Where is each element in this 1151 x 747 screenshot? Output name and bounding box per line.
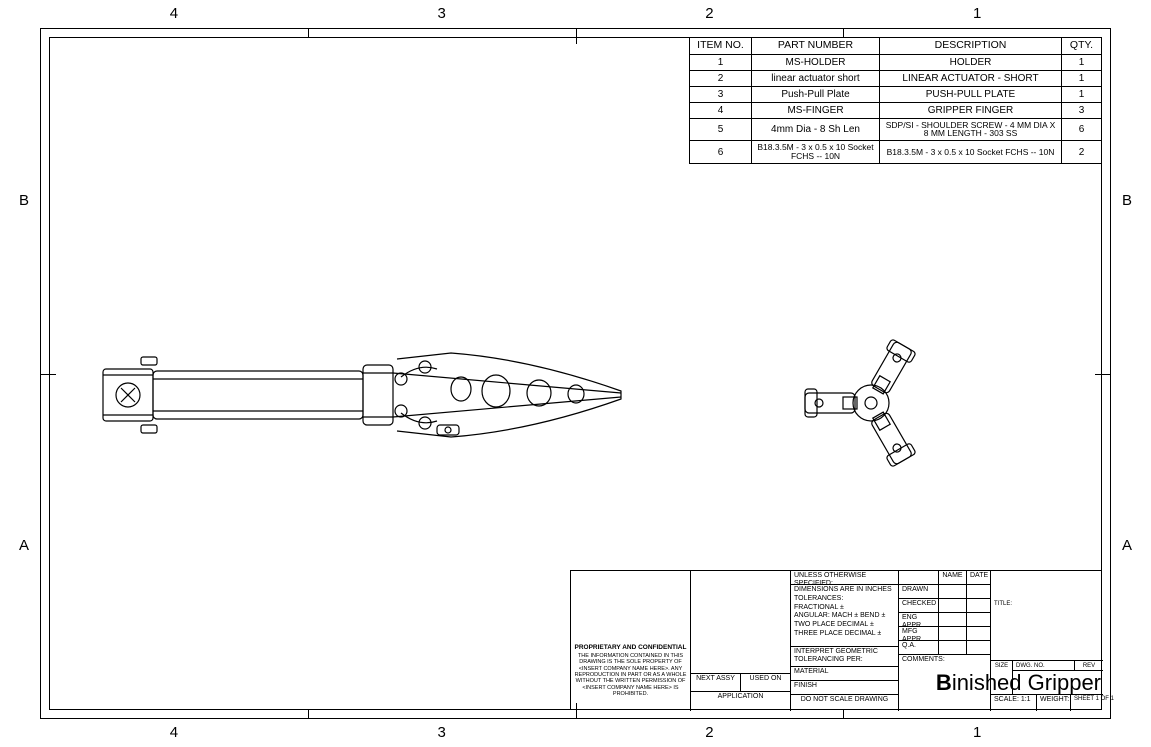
- title-lbl: TITLE:: [994, 601, 1012, 607]
- bom-cell-qty: 1: [1062, 86, 1102, 102]
- bom-row: 6B18.3.5M - 3 x 0.5 x 10 Socket FCHS -- …: [690, 141, 1102, 164]
- gripper-side-view: [101, 329, 641, 459]
- scale-lbl: SCALE: 1:1: [991, 695, 1037, 711]
- sheet-lbl: SHEET 1 OF 1: [1071, 695, 1103, 711]
- bom-cell-qty: 1: [1062, 70, 1102, 86]
- zone-col-bot: 1: [967, 725, 987, 742]
- bom-cell-pn: B18.3.5M - 3 x 0.5 x 10 Socket FCHS -- 1…: [752, 141, 880, 164]
- zone-col-top: 4: [164, 6, 184, 23]
- bom-cell-no: 5: [690, 118, 752, 141]
- bom-cell-pn: linear actuator short: [752, 70, 880, 86]
- bom-cell-desc: HOLDER: [880, 54, 1062, 70]
- interp1: INTERPRET GEOMETRIC: [794, 648, 878, 655]
- bom-cell-qty: 2: [1062, 141, 1102, 164]
- date-lbl: DATE: [967, 571, 991, 585]
- bom-header-row: ITEM NO. PART NUMBER DESCRIPTION QTY.: [690, 38, 1102, 55]
- bom-h-qty: QTY.: [1062, 38, 1102, 55]
- zone-col-bot: 2: [699, 725, 719, 742]
- bom-cell-pn: MS-FINGER: [752, 102, 880, 118]
- zone-col-top: 3: [432, 6, 452, 23]
- next-assy: NEXT ASSY: [691, 674, 741, 692]
- proprietary-hdr: PROPRIETARY AND CONFIDENTIAL: [574, 644, 687, 651]
- zone-row-left: A: [14, 538, 34, 555]
- dims3: FRACTIONAL ±: [794, 604, 844, 611]
- zone-row-right: B: [1117, 193, 1137, 210]
- dims2: TOLERANCES:: [794, 595, 843, 602]
- bom-table: ITEM NO. PART NUMBER DESCRIPTION QTY. 1M…: [689, 37, 1102, 164]
- dims4: ANGULAR: MACH ± BEND ±: [794, 612, 885, 619]
- bom-cell-pn: 4mm Dia - 8 Sh Len: [752, 118, 880, 141]
- zone-col-bot: 3: [432, 725, 452, 742]
- weight-lbl: WEIGHT:: [1037, 695, 1071, 711]
- zone-row-right: A: [1117, 538, 1137, 555]
- bom-cell-desc: SDP/SI - SHOULDER SCREW - 4 MM DIA X 8 M…: [880, 118, 1062, 141]
- bom-row: 3Push-Pull PlatePUSH-PULL PLATE1: [690, 86, 1102, 102]
- bom-row: 2linear actuator shortLINEAR ACTUATOR - …: [690, 70, 1102, 86]
- bom-cell-desc: LINEAR ACTUATOR - SHORT: [880, 70, 1062, 86]
- finish-lbl: FINISH: [791, 681, 899, 695]
- engappr-lbl: ENG APPR.: [899, 613, 939, 627]
- bom-cell-no: 2: [690, 70, 752, 86]
- mfgappr-lbl: MFG APPR.: [899, 627, 939, 641]
- bom-cell-qty: 6: [1062, 118, 1102, 141]
- bom-row: 1MS-HOLDERHOLDER1: [690, 54, 1102, 70]
- material-lbl: MATERIAL: [791, 667, 899, 681]
- bom-cell-no: 1: [690, 54, 752, 70]
- zone-row-left: B: [14, 193, 34, 210]
- bom-cell-pn: Push-Pull Plate: [752, 86, 880, 102]
- name-lbl: NAME: [939, 571, 967, 585]
- bom-h-itemno: ITEM NO.: [690, 38, 752, 55]
- bom-cell-no: 6: [690, 141, 752, 164]
- size-val: B: [936, 670, 952, 695]
- used-on: USED ON: [741, 674, 791, 692]
- bom-h-desc: DESCRIPTION: [880, 38, 1062, 55]
- bom-h-pn: PART NUMBER: [752, 38, 880, 55]
- size-lbl: SIZE: [995, 663, 1008, 669]
- bom-row: 4MS-FINGERGRIPPER FINGER3: [690, 102, 1102, 118]
- dwg-title: inished Gripper: [952, 670, 1101, 695]
- checked-lbl: CHECKED: [899, 599, 939, 613]
- bom-cell-no: 3: [690, 86, 752, 102]
- dims1: DIMENSIONS ARE IN INCHES: [794, 586, 892, 593]
- bom-cell-qty: 3: [1062, 102, 1102, 118]
- bom-row: 54mm Dia - 8 Sh LenSDP/SI - SHOULDER SCR…: [690, 118, 1102, 141]
- dims6: THREE PLACE DECIMAL ±: [794, 630, 881, 637]
- dwgno-lbl: DWG. NO.: [1016, 663, 1045, 669]
- bom-cell-pn: MS-HOLDER: [752, 54, 880, 70]
- zone-col-top: 2: [699, 6, 719, 23]
- dns: DO NOT SCALE DRAWING: [791, 695, 899, 711]
- interp2: TOLERANCING PER:: [794, 656, 863, 663]
- gripper-end-view: [786, 329, 956, 469]
- zone-col-top: 1: [967, 6, 987, 23]
- bom-cell-desc: B18.3.5M - 3 x 0.5 x 10 Socket FCHS -- 1…: [880, 141, 1062, 164]
- dims5: TWO PLACE DECIMAL ±: [794, 621, 874, 628]
- rev-lbl: REV: [1083, 663, 1095, 669]
- qa-lbl: Q.A.: [899, 641, 939, 655]
- drawn-lbl: DRAWN: [899, 585, 939, 599]
- bom-cell-desc: PUSH-PULL PLATE: [880, 86, 1062, 102]
- proprietary-body: THE INFORMATION CONTAINED IN THIS DRAWIN…: [574, 653, 687, 697]
- bom-cell-no: 4: [690, 102, 752, 118]
- bom-cell-qty: 1: [1062, 54, 1102, 70]
- unless: UNLESS OTHERWISE SPECIFIED:: [791, 571, 899, 585]
- sheet-border: ITEM NO. PART NUMBER DESCRIPTION QTY. 1M…: [40, 28, 1111, 719]
- title-block: PROPRIETARY AND CONFIDENTIAL THE INFORMA…: [570, 570, 1102, 710]
- application: APPLICATION: [691, 692, 791, 711]
- zone-col-bot: 4: [164, 725, 184, 742]
- bom-cell-desc: GRIPPER FINGER: [880, 102, 1062, 118]
